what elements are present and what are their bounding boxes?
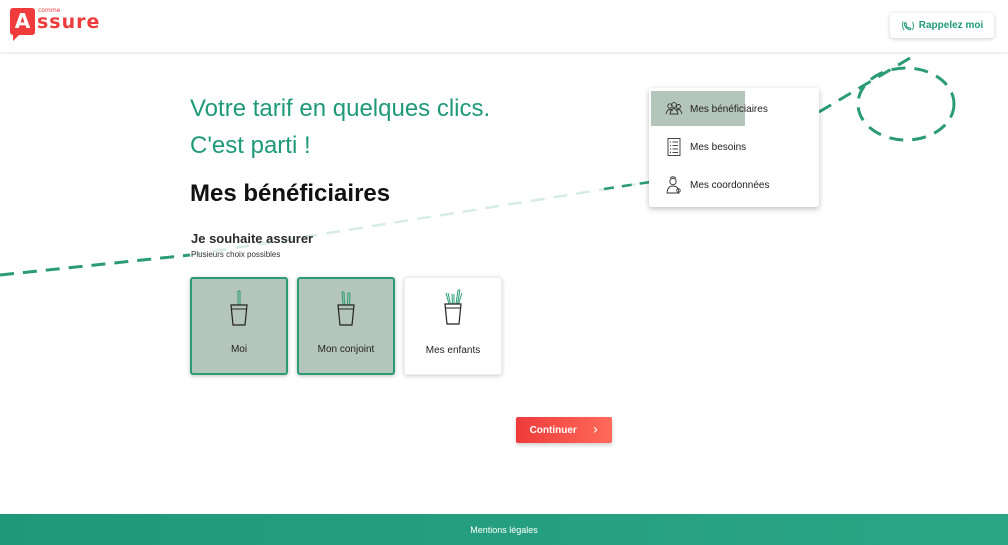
legal-notice-link[interactable]: Mentions légales [470, 525, 538, 535]
decorative-dashed-trail [0, 56, 956, 277]
continue-label: Continuer [529, 424, 577, 436]
two-toothbrushes-cup-icon [337, 291, 355, 326]
brand-logo[interactable]: A comme ssure [10, 7, 101, 41]
chevron-right-icon: › [592, 422, 599, 438]
step-besoins[interactable]: Mes besoins [649, 129, 819, 165]
logo-small-text: comme [38, 7, 61, 14]
people-group-icon [665, 102, 683, 115]
step-beneficiaires[interactable]: Mes bénéficiaires [649, 91, 819, 127]
callback-button[interactable]: Rappelez moi [890, 13, 994, 38]
steps-menu: Mes bénéficiaires Mes besoins Mes coordo… [649, 88, 819, 207]
hero-line-1: Votre tarif en quelques clics. [190, 95, 491, 122]
option-label: Mes enfants [425, 345, 481, 356]
question-label: Je souhaite assurer [191, 231, 314, 246]
logo-word: ssure [37, 11, 101, 33]
option-label: Moi [230, 344, 248, 355]
many-toothbrushes-cup-icon [444, 289, 463, 325]
option-card-conjoint[interactable]: Mon conjoint [297, 277, 395, 375]
logo-text: comme ssure [37, 7, 101, 33]
page-footer: Mentions légales [0, 514, 1008, 545]
hero-line-2: C'est parti ! [190, 132, 311, 159]
logo-letter: A [10, 8, 35, 41]
step-label: Mes besoins [690, 141, 747, 153]
person-contact-icon [666, 176, 681, 194]
hero-headline: Votre tarif en quelques clics. C'est par… [190, 90, 490, 164]
top-header: A comme ssure Rappelez moi [0, 0, 1008, 52]
step-label: Mes coordonnées [690, 179, 770, 191]
single-toothbrush-cup-icon [230, 290, 248, 326]
step-coordonnees[interactable]: Mes coordonnées [649, 167, 819, 203]
option-card-moi[interactable]: Moi [190, 277, 288, 375]
option-card-enfants[interactable]: Mes enfants [404, 277, 502, 375]
hint-text: Plusieurs choix possibles [191, 250, 281, 259]
step-label: Mes bénéficiaires [690, 103, 768, 115]
phone-ringing-icon [901, 20, 914, 30]
option-label: Mon conjoint [317, 344, 375, 355]
continue-button[interactable]: Continuer › [516, 417, 612, 443]
checklist-icon [667, 138, 681, 156]
callback-label: Rappelez moi [918, 20, 984, 31]
section-title: Mes bénéficiaires [190, 180, 391, 207]
